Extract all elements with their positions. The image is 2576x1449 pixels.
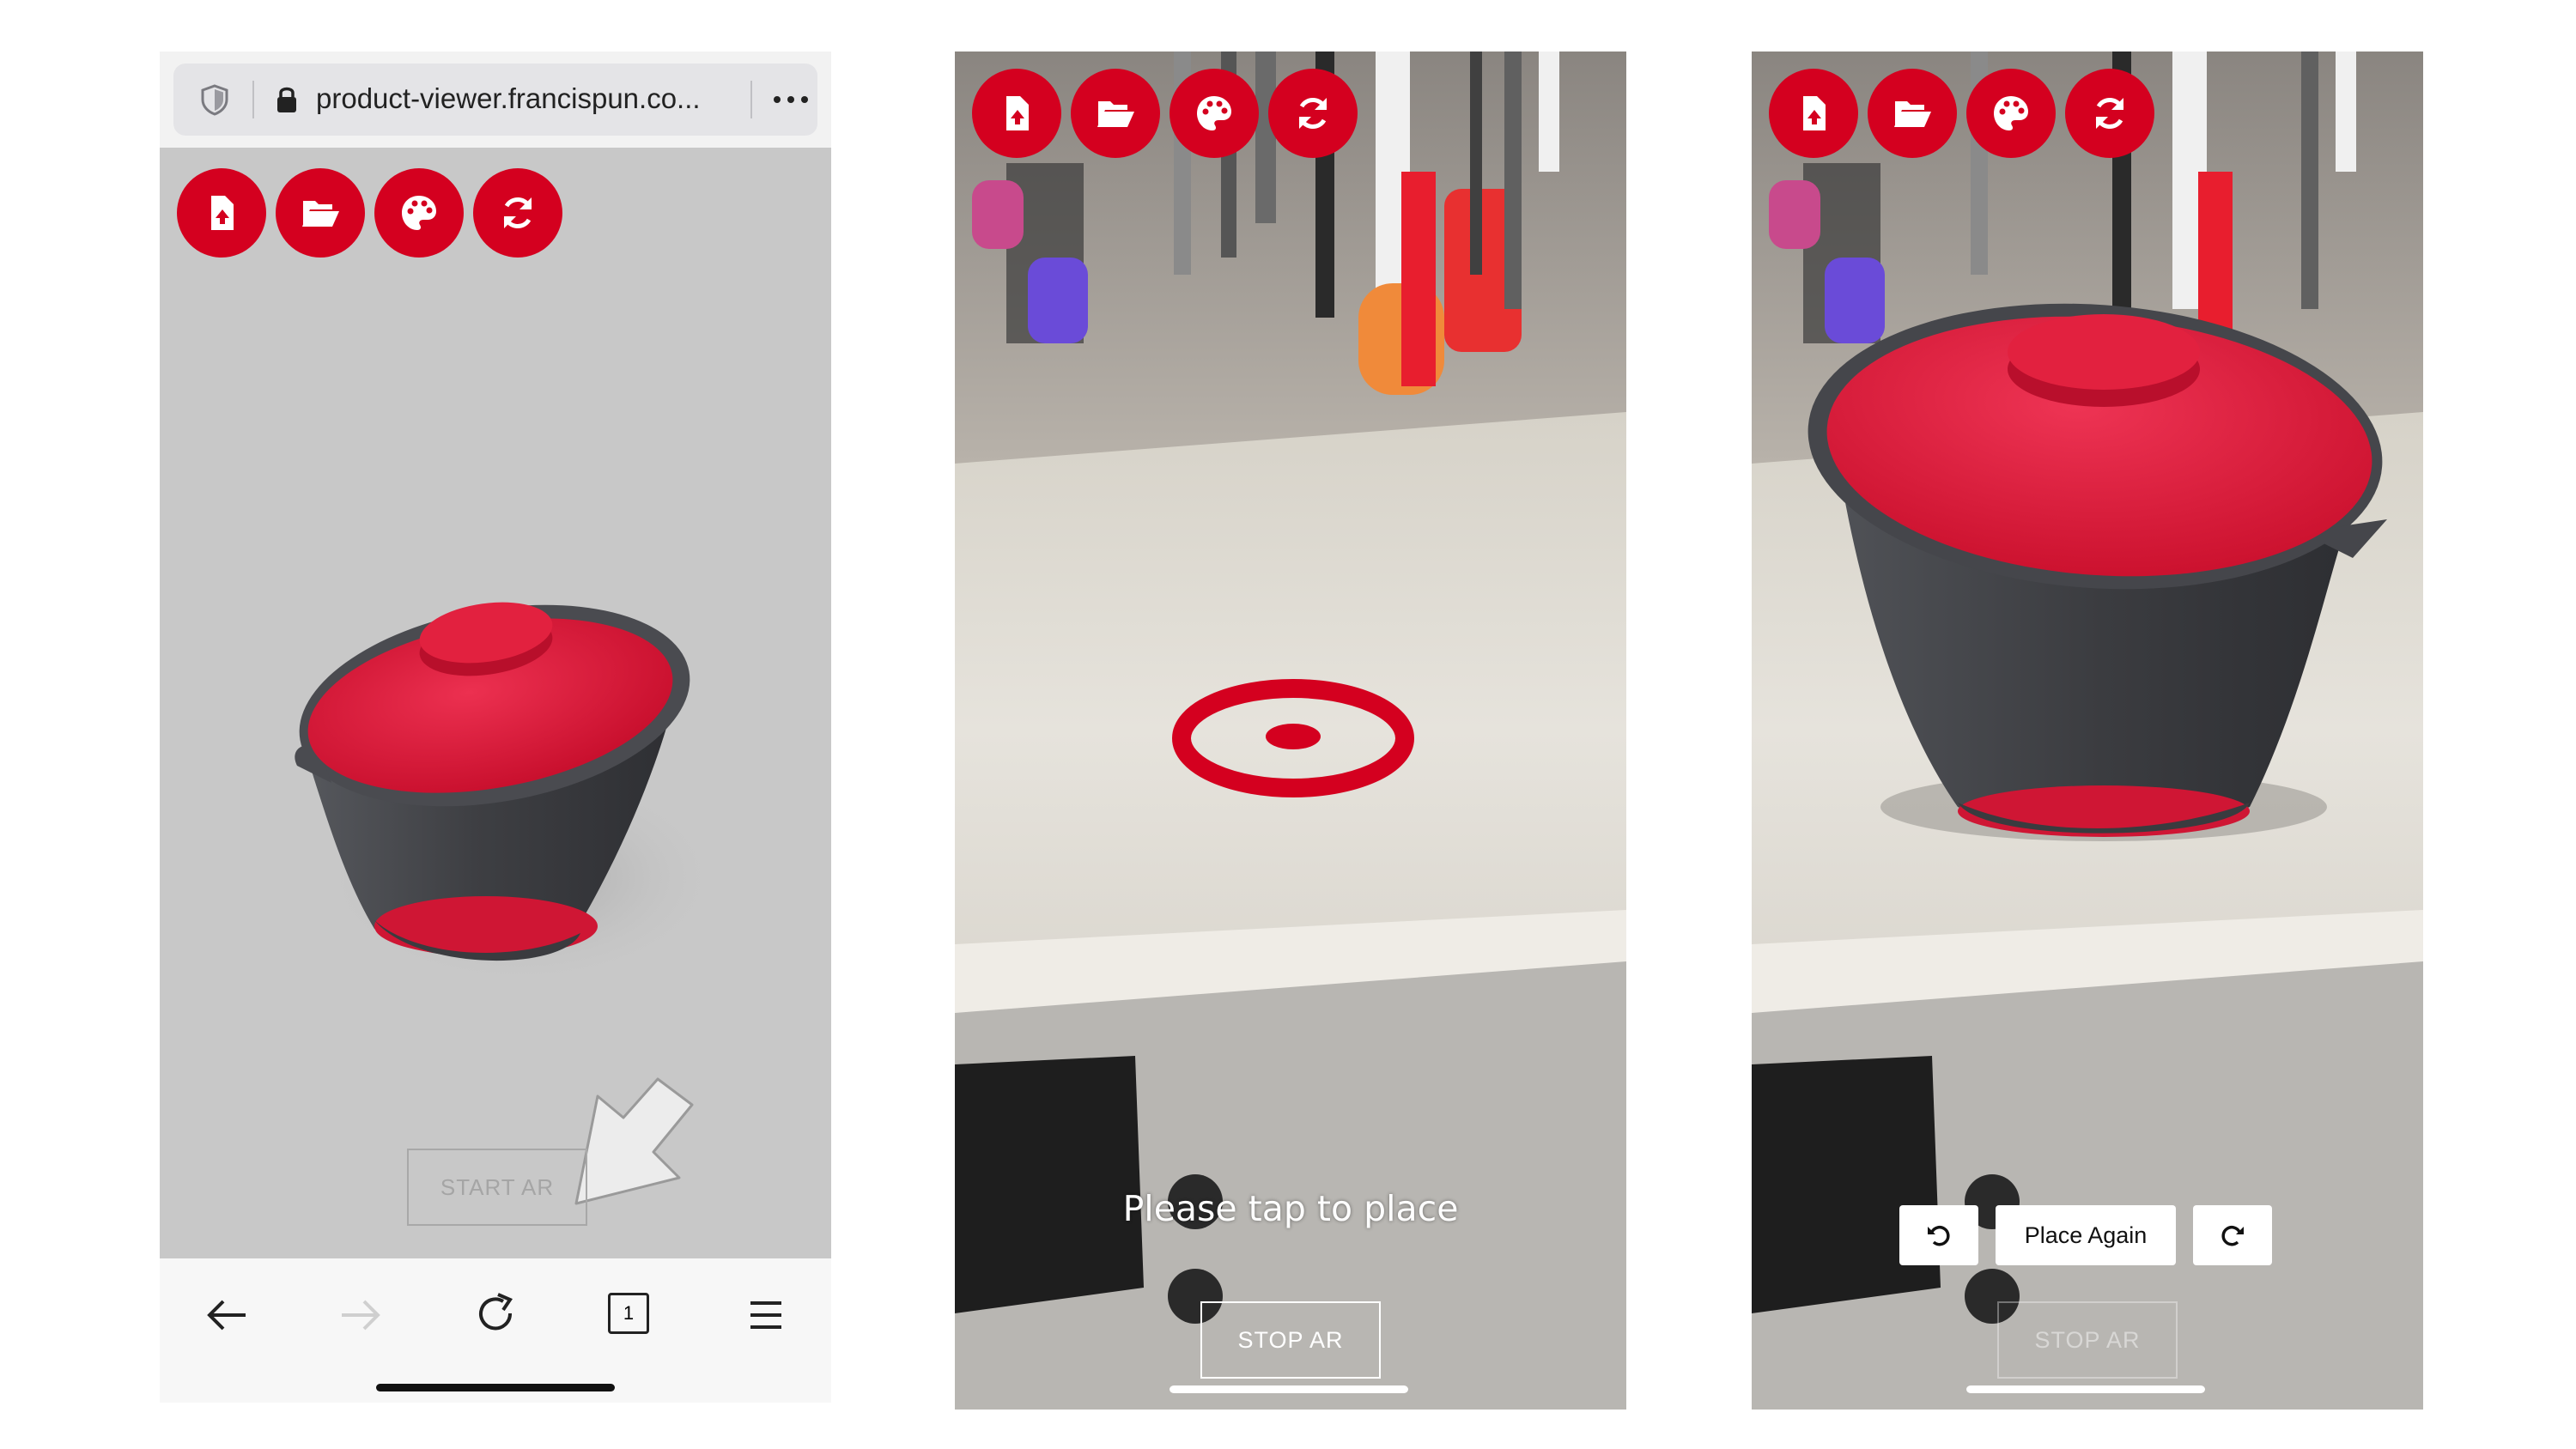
phone-screen-viewer: product-viewer.francispun.co... START AR… (160, 52, 831, 1403)
place-again-label: Place Again (2024, 1222, 2148, 1248)
viewer-toolbar (177, 168, 562, 258)
refresh-button[interactable] (473, 168, 562, 258)
tabs-count-button[interactable]: 1 (608, 1293, 649, 1334)
upload-file-button[interactable] (972, 69, 1061, 158)
refresh-icon (1298, 97, 1327, 130)
browser-toolbar: product-viewer.francispun.co... (160, 52, 831, 148)
open-folder-icon (302, 201, 339, 227)
model-viewer-canvas[interactable] (160, 148, 831, 1310)
refresh-button[interactable] (1268, 69, 1358, 158)
menu-icon[interactable] (742, 1291, 790, 1339)
address-divider (252, 81, 254, 118)
palette-icon (1994, 96, 2028, 130)
browser-bottom-bar: 1 (160, 1258, 831, 1403)
more-icon[interactable] (768, 81, 814, 118)
phone-screen-ar-placed: Place Again STOP AR (1752, 52, 2423, 1410)
upload-file-icon (1006, 96, 1029, 130)
open-folder-button[interactable] (1071, 69, 1160, 158)
home-indicator (376, 1384, 615, 1391)
lock-icon (277, 87, 296, 112)
place-again-button[interactable]: Place Again (1996, 1205, 2176, 1265)
stop-ar-button[interactable]: STOP AR (1200, 1301, 1381, 1379)
upload-file-button[interactable] (177, 168, 266, 258)
palette-icon (402, 196, 436, 230)
home-indicator (1966, 1385, 2205, 1393)
ar-toolbar (1769, 69, 2154, 158)
open-folder-button[interactable] (1868, 69, 1957, 158)
tabs-count: 1 (623, 1302, 635, 1324)
stop-ar-button[interactable]: STOP AR (1997, 1301, 2178, 1379)
open-folder-button[interactable] (276, 168, 365, 258)
palette-button[interactable] (1966, 69, 2056, 158)
address-bar[interactable]: product-viewer.francispun.co... (173, 64, 817, 136)
pot-model-3d[interactable] (160, 148, 831, 1310)
rotate-right-button[interactable] (2193, 1205, 2272, 1265)
tap-to-place-instruction: Please tap to place (1122, 1188, 1459, 1229)
address-divider-2 (750, 81, 752, 118)
upload-file-icon (1803, 96, 1826, 130)
ar-toolbar (972, 69, 1358, 158)
upload-file-icon (211, 196, 234, 230)
open-folder-icon (1894, 101, 1931, 127)
palette-icon (1197, 96, 1231, 130)
back-arrow-icon[interactable] (203, 1291, 251, 1339)
palette-button[interactable] (374, 168, 464, 258)
refresh-icon (2095, 97, 2124, 130)
rotate-left-icon (1928, 1225, 1950, 1246)
palette-button[interactable] (1170, 69, 1259, 158)
start-ar-button[interactable]: START AR (407, 1149, 587, 1226)
home-indicator (1170, 1385, 1408, 1393)
shield-icon[interactable] (197, 82, 232, 117)
url-text[interactable]: product-viewer.francispun.co... (316, 82, 701, 115)
refresh-icon (503, 197, 532, 229)
rotate-right-icon (2221, 1225, 2244, 1246)
upload-file-button[interactable] (1769, 69, 1858, 158)
reload-icon[interactable] (472, 1291, 520, 1339)
open-folder-icon (1097, 101, 1134, 127)
rotate-left-button[interactable] (1899, 1205, 1978, 1265)
phone-screen-ar-placement: Please tap to place STOP AR (955, 52, 1626, 1410)
forward-arrow-icon[interactable] (337, 1291, 385, 1339)
refresh-button[interactable] (2065, 69, 2154, 158)
